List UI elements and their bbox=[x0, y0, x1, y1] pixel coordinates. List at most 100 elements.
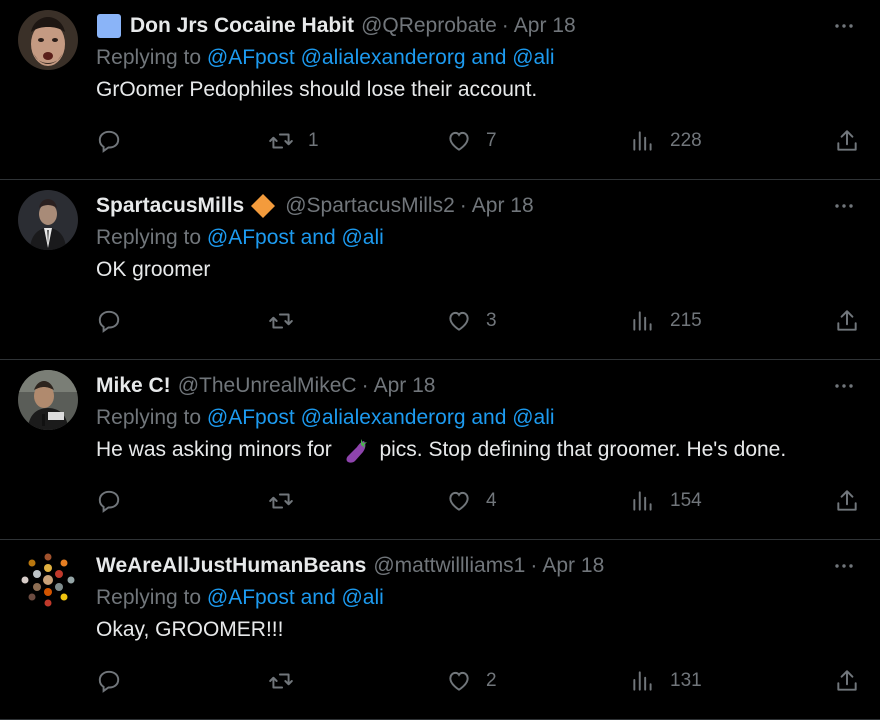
share-icon bbox=[834, 128, 860, 154]
like-icon bbox=[446, 668, 472, 694]
more-options-button[interactable] bbox=[828, 10, 860, 42]
display-name[interactable]: WeAreAllJustHumanBeans bbox=[96, 554, 366, 578]
share-button[interactable] bbox=[834, 484, 860, 518]
like-button[interactable]: 3 bbox=[446, 304, 497, 338]
mention-links[interactable]: @AFpost and @ali bbox=[207, 226, 384, 249]
share-icon bbox=[834, 488, 860, 514]
tweet-text-part: pics. Stop defining that groomer. He's d… bbox=[379, 438, 787, 461]
avatar[interactable] bbox=[18, 550, 78, 610]
tweet-date[interactable]: Apr 18 bbox=[374, 374, 436, 398]
more-icon bbox=[832, 554, 856, 578]
like-icon bbox=[446, 128, 472, 154]
like-count: 3 bbox=[486, 310, 497, 331]
tweet[interactable]: WeAreAllJustHumanBeans @mattwillliams1 ·… bbox=[0, 540, 880, 720]
action-bar: 3 215 bbox=[96, 304, 860, 338]
views-icon bbox=[630, 488, 656, 514]
mention-links[interactable]: @AFpost @alialexanderorg and @ali bbox=[207, 46, 555, 69]
reply-icon bbox=[96, 308, 122, 334]
separator: · bbox=[361, 374, 369, 397]
retweet-icon bbox=[268, 488, 294, 514]
display-name[interactable]: Mike C! bbox=[96, 374, 171, 398]
like-count: 7 bbox=[486, 130, 497, 151]
retweet-icon bbox=[268, 668, 294, 694]
retweet-icon bbox=[268, 308, 294, 334]
mention-links[interactable]: @AFpost and @ali bbox=[207, 586, 384, 609]
user-handle[interactable]: @QReprobate bbox=[361, 14, 497, 38]
share-button[interactable] bbox=[834, 664, 860, 698]
eggplant-emoji bbox=[346, 439, 367, 464]
separator: · bbox=[501, 14, 509, 37]
replying-prefix: Replying to bbox=[96, 46, 207, 69]
avatar-image bbox=[18, 10, 78, 70]
share-icon bbox=[834, 668, 860, 694]
tweet-text: OK groomer bbox=[96, 258, 211, 281]
separator: · bbox=[459, 194, 467, 217]
avatar[interactable] bbox=[18, 10, 78, 70]
tweet-date[interactable]: Apr 18 bbox=[472, 194, 534, 218]
user-handle[interactable]: @SpartacusMills2 bbox=[285, 194, 455, 218]
tweet[interactable]: SpartacusMills @SpartacusMills2 · Apr 18… bbox=[0, 180, 880, 360]
view-count: 215 bbox=[670, 310, 702, 331]
separator: · bbox=[530, 554, 538, 577]
like-button[interactable]: 4 bbox=[446, 484, 497, 518]
reply-button[interactable] bbox=[96, 664, 122, 698]
share-button[interactable] bbox=[834, 124, 860, 158]
views-button[interactable]: 154 bbox=[630, 484, 702, 518]
more-icon bbox=[832, 374, 856, 398]
retweet-button[interactable]: 1 bbox=[268, 124, 319, 158]
views-button[interactable]: 215 bbox=[630, 304, 702, 338]
user-handle[interactable]: @TheUnrealMikeC bbox=[178, 374, 357, 398]
like-button[interactable]: 7 bbox=[446, 124, 497, 158]
retweet-button[interactable] bbox=[268, 664, 308, 698]
like-icon bbox=[446, 308, 472, 334]
reply-icon bbox=[96, 128, 122, 154]
action-bar: 4 154 bbox=[96, 484, 860, 518]
tweet[interactable]: Mike C! @TheUnrealMikeC · Apr 18 Replyin… bbox=[0, 360, 880, 540]
replying-to: Replying to @AFpost @alialexanderorg and… bbox=[96, 42, 860, 74]
reply-button[interactable] bbox=[96, 304, 122, 338]
retweet-icon bbox=[268, 128, 294, 154]
more-options-button[interactable] bbox=[828, 550, 860, 582]
avatar-image bbox=[18, 550, 78, 610]
replying-to: Replying to @AFpost and @ali bbox=[96, 582, 860, 614]
replying-prefix: Replying to bbox=[96, 226, 207, 249]
view-count: 154 bbox=[670, 490, 702, 511]
more-options-button[interactable] bbox=[828, 190, 860, 222]
reply-icon bbox=[96, 668, 122, 694]
retweet-count: 1 bbox=[308, 130, 319, 151]
tweet-date[interactable]: Apr 18 bbox=[542, 554, 604, 578]
avatar-image bbox=[18, 190, 78, 250]
action-bar: 1 7 228 bbox=[96, 124, 860, 158]
tweet-text: GrOomer Pedophiles should lose their acc… bbox=[96, 78, 538, 101]
views-button[interactable]: 228 bbox=[630, 124, 702, 158]
retweet-button[interactable] bbox=[268, 484, 308, 518]
avatar[interactable] bbox=[18, 370, 78, 430]
replying-prefix: Replying to bbox=[96, 406, 207, 429]
views-button[interactable]: 131 bbox=[630, 664, 702, 698]
more-options-button[interactable] bbox=[828, 370, 860, 402]
replying-prefix: Replying to bbox=[96, 586, 207, 609]
view-count: 228 bbox=[670, 130, 702, 151]
blue-square-icon bbox=[97, 14, 121, 38]
reply-icon bbox=[96, 488, 122, 514]
display-name[interactable]: Don Jrs Cocaine Habit bbox=[130, 14, 354, 38]
tweet-date[interactable]: Apr 18 bbox=[514, 14, 576, 38]
retweet-button[interactable] bbox=[268, 304, 308, 338]
share-button[interactable] bbox=[834, 304, 860, 338]
view-count: 131 bbox=[670, 670, 702, 691]
like-icon bbox=[446, 488, 472, 514]
avatar[interactable] bbox=[18, 190, 78, 250]
display-name[interactable]: SpartacusMills bbox=[96, 194, 244, 218]
replying-to: Replying to @AFpost @alialexanderorg and… bbox=[96, 402, 860, 434]
share-icon bbox=[834, 308, 860, 334]
tweet[interactable]: Don Jrs Cocaine Habit @QReprobate · Apr … bbox=[0, 0, 880, 180]
action-bar: 2 131 bbox=[96, 664, 860, 698]
user-handle[interactable]: @mattwillliams1 bbox=[373, 554, 525, 578]
avatar-image bbox=[18, 370, 78, 430]
like-button[interactable]: 2 bbox=[446, 664, 497, 698]
reply-button[interactable] bbox=[96, 484, 122, 518]
mention-links[interactable]: @AFpost @alialexanderorg and @ali bbox=[207, 406, 555, 429]
reply-button[interactable] bbox=[96, 124, 122, 158]
replying-to: Replying to @AFpost and @ali bbox=[96, 222, 860, 254]
tweet-text: He was asking minors for pics. Stop defi… bbox=[96, 434, 860, 468]
